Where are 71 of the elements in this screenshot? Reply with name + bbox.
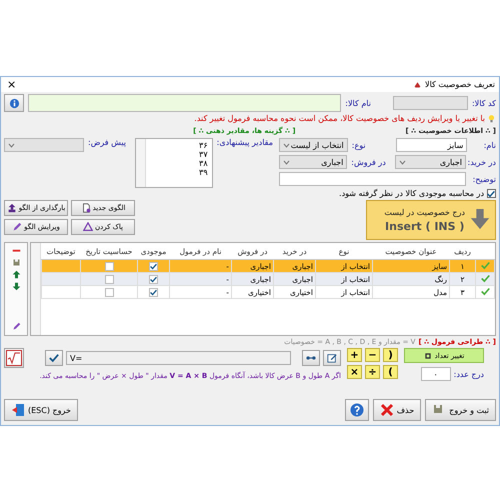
field-label: پیش فرض: bbox=[88, 138, 126, 147]
pencil-icon bbox=[12, 222, 22, 232]
text-field[interactable] bbox=[279, 172, 466, 186]
square-icon bbox=[424, 352, 432, 360]
check-icon bbox=[49, 353, 59, 363]
help-button[interactable] bbox=[344, 399, 369, 421]
down-arrow-icon bbox=[469, 209, 491, 231]
field-label: مقادیر پیشنهادی: bbox=[216, 138, 273, 147]
list-item[interactable]: ۳۹ bbox=[150, 168, 208, 177]
operator-button[interactable]: × bbox=[347, 365, 362, 379]
field-label: نوع: bbox=[352, 140, 367, 150]
checkbox[interactable] bbox=[487, 189, 496, 198]
operator-button[interactable]: ( bbox=[383, 365, 398, 379]
pencil-icon bbox=[12, 322, 20, 331]
info-icon bbox=[8, 98, 20, 108]
lightbulb-icon bbox=[487, 114, 496, 123]
save-exit-button[interactable]: ثبت و خروج bbox=[425, 399, 496, 421]
field-label: در خرید: bbox=[470, 158, 496, 166]
checkbox[interactable] bbox=[149, 288, 158, 297]
close-icon bbox=[380, 403, 394, 417]
name-field[interactable] bbox=[28, 94, 342, 112]
list-item[interactable]: ۳۶ bbox=[150, 141, 208, 150]
up-arrow-icon bbox=[12, 270, 20, 279]
save-icon bbox=[12, 258, 20, 267]
operator-button[interactable]: − bbox=[365, 348, 380, 362]
formula-field[interactable]: V= bbox=[66, 351, 291, 365]
caret-icon bbox=[8, 142, 15, 148]
down-arrow-icon bbox=[12, 282, 20, 291]
info-button[interactable] bbox=[4, 94, 24, 112]
close-button[interactable]: × bbox=[5, 78, 18, 91]
caret-icon bbox=[283, 142, 290, 148]
checkbox[interactable] bbox=[149, 262, 158, 271]
upload-icon bbox=[6, 203, 17, 213]
field-label: نام: bbox=[482, 140, 496, 150]
edit-icon bbox=[327, 353, 337, 363]
edit-button[interactable] bbox=[323, 350, 341, 366]
caret-icon bbox=[398, 160, 406, 164]
triangle-icon bbox=[82, 222, 93, 232]
list-item[interactable]: ۳۷ bbox=[150, 150, 208, 159]
exit-button[interactable]: خروج (ESC) bbox=[4, 399, 78, 421]
field-label: درج عدد: bbox=[454, 370, 484, 378]
delete-button[interactable]: حذف bbox=[372, 399, 422, 421]
checkbox[interactable] bbox=[104, 288, 114, 297]
field-label: در فروش: bbox=[351, 158, 387, 166]
checkbox[interactable] bbox=[104, 262, 114, 271]
window-title: تعریف خصوصیت کالا bbox=[425, 80, 495, 89]
code-field[interactable] bbox=[392, 96, 468, 110]
new-document-icon bbox=[80, 203, 91, 213]
number-field[interactable]: ۰ bbox=[420, 367, 451, 381]
checkbox[interactable] bbox=[104, 274, 114, 284]
check-icon bbox=[487, 190, 495, 198]
field-label: نام کالا: bbox=[345, 98, 371, 108]
confirm-button[interactable] bbox=[45, 350, 63, 366]
field-label: کد کالا: bbox=[472, 98, 496, 108]
text-field[interactable]: سایز bbox=[396, 138, 468, 152]
caret-icon bbox=[283, 160, 290, 164]
exit-door-icon bbox=[11, 403, 25, 417]
operator-button[interactable]: + bbox=[347, 348, 362, 362]
link-button[interactable] bbox=[302, 350, 320, 366]
warning-text: با تغییر یا ویرایش ردیف های خصوصیت کالا، ممکن است نحوه محاسبه فرمول تغییر کند. bbox=[194, 114, 485, 123]
operator-button[interactable]: ) bbox=[383, 348, 398, 362]
list-item[interactable]: ۳۸ bbox=[150, 159, 208, 168]
checkbox[interactable] bbox=[149, 274, 158, 284]
app-icon bbox=[413, 80, 422, 89]
formula-button[interactable] bbox=[4, 348, 24, 368]
square-root-icon bbox=[6, 350, 22, 366]
help-icon bbox=[350, 403, 364, 417]
values-list[interactable]: ۳۶ ۳۷ ۳۸ ۳۹ bbox=[134, 138, 213, 188]
checkbox-label: در محاسبه موجودی کالا در نظر گرفته شود. bbox=[339, 189, 484, 198]
field-label: توضیح: bbox=[472, 174, 496, 184]
operator-button[interactable]: ÷ bbox=[365, 365, 380, 379]
